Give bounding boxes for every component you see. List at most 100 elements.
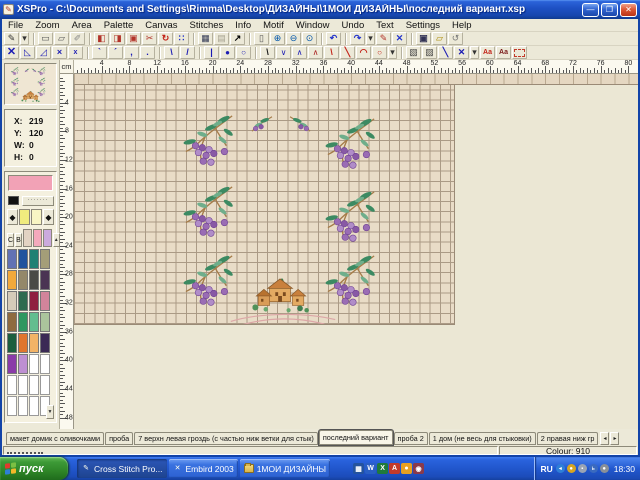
palette-swatch[interactable]	[18, 249, 28, 269]
repeat-motif-button[interactable]: ∷	[174, 32, 189, 45]
curve-tool-button[interactable]: ◠	[356, 46, 371, 59]
undo-button[interactable]: ↶	[326, 32, 341, 45]
free-select-button[interactable]: ▱	[54, 32, 69, 45]
black-thread-swatch[interactable]	[8, 196, 19, 205]
brush-cross-button[interactable]: ✕	[454, 46, 469, 59]
menu-settings[interactable]: Settings	[400, 20, 446, 31]
palette-swatch[interactable]	[40, 270, 50, 290]
quarter-stitch-nw-button[interactable]: `	[92, 46, 107, 59]
minimize-button[interactable]: —	[582, 3, 599, 17]
palette-header-swatch[interactable]	[23, 229, 32, 247]
circle-dropdown-button[interactable]: ▾	[388, 46, 397, 59]
french-knot-button[interactable]: ●	[220, 46, 235, 59]
design-canvas[interactable]	[74, 85, 455, 325]
redo-dropdown-button[interactable]: ▾	[366, 32, 375, 45]
palette-swatch[interactable]	[18, 375, 28, 395]
design-tab[interactable]: проба	[105, 432, 133, 445]
quarter-stitch-sw-button[interactable]: ,	[124, 46, 139, 59]
delete-stitch-button[interactable]: ✕	[392, 32, 407, 45]
text-tool-alt-button[interactable]: Aa	[496, 46, 511, 59]
palette-scroll-down-button[interactable]: ▼	[46, 405, 54, 419]
freehand-line-button[interactable]: \	[324, 46, 339, 59]
edit-select-button[interactable]: ✐	[70, 32, 85, 45]
palette-swatch[interactable]	[40, 291, 50, 311]
language-indicator[interactable]: RU	[540, 464, 552, 474]
flip-vertical-button[interactable]: ◨	[110, 32, 125, 45]
menu-stitches[interactable]: Stitches	[183, 20, 229, 31]
design-tab[interactable]: последний вариант	[319, 430, 393, 445]
palette-swatch[interactable]	[7, 249, 17, 269]
palette-swatch[interactable]	[7, 270, 17, 290]
special-stitch-button[interactable]: ∧	[308, 46, 323, 59]
menu-zoom[interactable]: Zoom	[29, 20, 65, 31]
monitor-icon[interactable]: ▦	[353, 463, 364, 474]
petite-stitch-button[interactable]: x	[68, 46, 83, 59]
palette-swatch[interactable]	[40, 354, 50, 374]
quarter-stitch-ne-button[interactable]: ´	[108, 46, 123, 59]
design-tab[interactable]: макет домик с оливочками	[6, 432, 104, 445]
ruler-tool-button[interactable]: ▯	[254, 32, 269, 45]
menu-canvas[interactable]: Canvas	[139, 20, 183, 31]
bead-button[interactable]: ○	[236, 46, 251, 59]
prev-shade-button[interactable]: ◆	[7, 209, 18, 225]
menu-palette[interactable]: Palette	[98, 20, 140, 31]
pencil-dropdown-button[interactable]: ▾	[20, 32, 29, 45]
taskbar-task-embird[interactable]: ✕Embird 2003	[169, 459, 238, 478]
revert-design-button[interactable]: ↺	[448, 32, 463, 45]
menu-motif[interactable]: Motif	[257, 20, 290, 31]
taskbar-task-folder[interactable]: 1МОИ ДИЗАЙНЫ	[240, 459, 330, 478]
tray-app-icon-3[interactable]: ●	[600, 464, 609, 473]
flip-horizontal-button[interactable]: ◧	[94, 32, 109, 45]
palette-swatch[interactable]	[40, 249, 50, 269]
design-tab[interactable]: 7 верхн левая гроздь (с частью ниж ветки…	[134, 432, 318, 445]
palette-swatch[interactable]	[18, 333, 28, 353]
export-design-button[interactable]: ▱	[432, 32, 447, 45]
palette-header-swatch[interactable]	[43, 229, 52, 247]
blends-mode-button[interactable]: B	[15, 233, 22, 247]
menu-text[interactable]: Text	[370, 20, 399, 31]
palette-swatch[interactable]	[40, 333, 50, 353]
zoom-reset-button[interactable]: ⊙	[302, 32, 317, 45]
three-quarter-stitch-nw-button[interactable]: ◺	[20, 46, 35, 59]
menu-help[interactable]: Help	[446, 20, 478, 31]
palette-swatch[interactable]	[40, 312, 50, 332]
current-thread-color[interactable]	[8, 175, 53, 191]
rect-select-button[interactable]: ▭	[38, 32, 53, 45]
palette-swatch[interactable]	[29, 333, 39, 353]
tab-scroll-left-button[interactable]: ◂	[600, 432, 609, 445]
screen-view-button[interactable]: ▦	[198, 32, 213, 45]
alt-shade-swatch[interactable]	[31, 209, 42, 225]
print-button[interactable]: ▤	[214, 32, 229, 45]
quarter-stitch-se-button[interactable]: .	[140, 46, 155, 59]
design-tab[interactable]: проба 2	[394, 432, 428, 445]
rotate-motif-button[interactable]: ↻	[158, 32, 173, 45]
redo-button[interactable]: ↷	[350, 32, 365, 45]
brush-backstitch-button[interactable]: ╲	[438, 46, 453, 59]
half-cross-stitch-button[interactable]: ×	[52, 46, 67, 59]
palette-swatch[interactable]	[29, 396, 39, 416]
knot-pattern-button[interactable]: ▧	[406, 46, 421, 59]
start-button[interactable]: пуск	[0, 457, 68, 480]
palette-swatch[interactable]	[18, 291, 28, 311]
colors-mode-button[interactable]: C	[7, 233, 14, 247]
backstitch-peak-button[interactable]: ∧	[292, 46, 307, 59]
brush-dropdown-button[interactable]: ▾	[470, 46, 479, 59]
palette-swatch[interactable]	[7, 354, 17, 374]
select-marquee-button[interactable]	[512, 46, 527, 59]
palette-swatch[interactable]	[7, 291, 17, 311]
palette-swatch[interactable]	[29, 249, 39, 269]
thick-line-button[interactable]: ╲	[340, 46, 355, 59]
palette-swatch[interactable]	[18, 396, 28, 416]
thread-name-button[interactable]: ·······	[22, 196, 54, 206]
palette-swatch[interactable]	[29, 375, 39, 395]
palette-swatch[interactable]	[7, 333, 17, 353]
design-tab[interactable]: 1 дом (не весь для стыковки)	[429, 432, 536, 445]
palette-swatch[interactable]	[29, 312, 39, 332]
excel-icon[interactable]: X	[377, 463, 388, 474]
palette-swatch[interactable]	[7, 396, 17, 416]
pointer-button[interactable]: ↗	[230, 32, 245, 45]
tray-app-icon-2[interactable]: ь	[589, 464, 598, 473]
selected-shade-swatch[interactable]	[19, 209, 30, 225]
text-tool-button[interactable]: Aa	[480, 46, 495, 59]
palette-swatch[interactable]	[29, 270, 39, 290]
